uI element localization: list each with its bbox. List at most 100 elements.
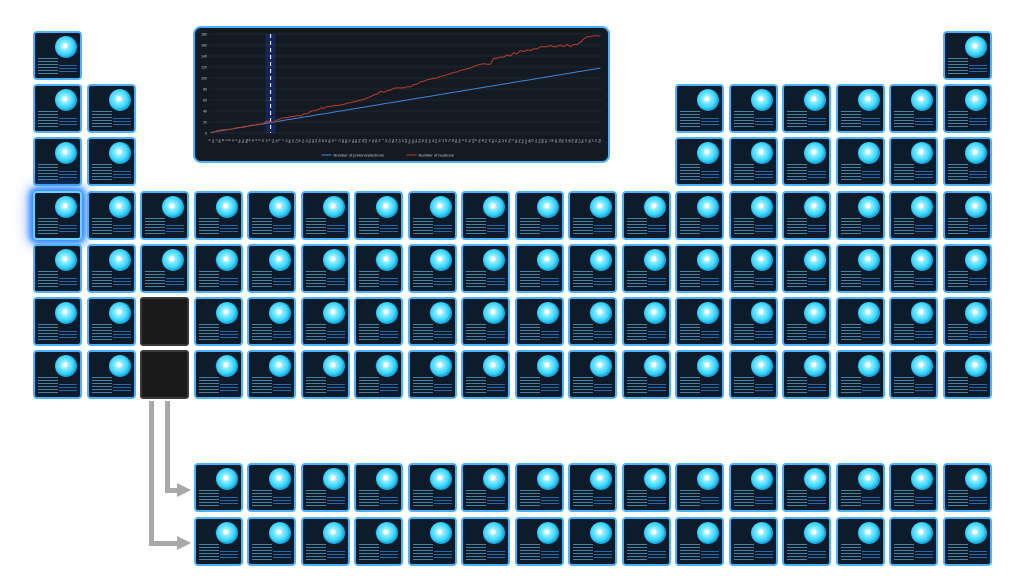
- element-tile-bi[interactable]: [782, 297, 831, 346]
- element-tile-as[interactable]: [782, 191, 831, 240]
- element-tile-mt[interactable]: [461, 350, 510, 399]
- element-tile-ag[interactable]: [568, 244, 617, 293]
- element-tile-pu[interactable]: [461, 517, 510, 566]
- element-tile-mc[interactable]: [782, 350, 831, 399]
- element-tile-cf[interactable]: [675, 517, 724, 566]
- element-tile-be[interactable]: [87, 84, 136, 133]
- element-tile-pa[interactable]: [301, 517, 350, 566]
- element-tile-nh[interactable]: [675, 350, 724, 399]
- element-tile-p[interactable]: [782, 137, 831, 186]
- element-tile-ts[interactable]: [889, 350, 938, 399]
- element-tile-eu[interactable]: [515, 463, 564, 512]
- element-tile-os[interactable]: [408, 297, 457, 346]
- element-tile-pr[interactable]: [301, 463, 350, 512]
- element-tile-zn[interactable]: [622, 191, 671, 240]
- element-tile-am[interactable]: [515, 517, 564, 566]
- element-tile-pb[interactable]: [729, 297, 778, 346]
- element-tile-gd[interactable]: [568, 463, 617, 512]
- element-tile-al[interactable]: [675, 137, 724, 186]
- element-tile-rh[interactable]: [461, 244, 510, 293]
- element-tile-n[interactable]: [782, 84, 831, 133]
- element-tile-sc[interactable]: [140, 191, 189, 240]
- element-tile-ga[interactable]: [675, 191, 724, 240]
- element-tile-ru[interactable]: [408, 244, 457, 293]
- element-tile-cr[interactable]: [301, 191, 350, 240]
- element-tile-mg[interactable]: [87, 137, 136, 186]
- element-tile-hg[interactable]: [622, 297, 671, 346]
- actinide-series-placeholder[interactable]: [140, 350, 189, 399]
- element-tile-cs[interactable]: [33, 297, 82, 346]
- element-tile-rf[interactable]: [194, 350, 243, 399]
- element-tile-v[interactable]: [247, 191, 296, 240]
- element-tile-ni[interactable]: [515, 191, 564, 240]
- element-tile-ir[interactable]: [461, 297, 510, 346]
- element-tile-kr[interactable]: [943, 191, 992, 240]
- element-tile-ds[interactable]: [515, 350, 564, 399]
- element-tile-u[interactable]: [354, 517, 403, 566]
- element-tile-th[interactable]: [247, 517, 296, 566]
- element-tile-h[interactable]: [33, 31, 82, 80]
- element-tile-pm[interactable]: [408, 463, 457, 512]
- element-tile-og[interactable]: [943, 350, 992, 399]
- element-tile-db[interactable]: [247, 350, 296, 399]
- element-tile-tb[interactable]: [622, 463, 671, 512]
- element-tile-fe[interactable]: [408, 191, 457, 240]
- element-tile-cu[interactable]: [568, 191, 617, 240]
- element-tile-cd[interactable]: [622, 244, 671, 293]
- element-tile-ca[interactable]: [87, 191, 136, 240]
- element-tile-ta[interactable]: [247, 297, 296, 346]
- element-tile-cm[interactable]: [568, 517, 617, 566]
- element-tile-te[interactable]: [836, 244, 885, 293]
- element-tile-zr[interactable]: [194, 244, 243, 293]
- element-tile-sg[interactable]: [301, 350, 350, 399]
- element-tile-sn[interactable]: [729, 244, 778, 293]
- element-tile-bh[interactable]: [354, 350, 403, 399]
- element-tile-si[interactable]: [729, 137, 778, 186]
- element-tile-i[interactable]: [889, 244, 938, 293]
- element-tile-tl[interactable]: [675, 297, 724, 346]
- element-tile-ti[interactable]: [194, 191, 243, 240]
- element-tile-rg[interactable]: [568, 350, 617, 399]
- element-tile-ho[interactable]: [729, 463, 778, 512]
- element-tile-li[interactable]: [33, 84, 82, 133]
- element-tile-pt[interactable]: [515, 297, 564, 346]
- element-tile-lu[interactable]: [943, 463, 992, 512]
- element-tile-bk[interactable]: [622, 517, 671, 566]
- element-tile-ce[interactable]: [247, 463, 296, 512]
- element-tile-ge[interactable]: [729, 191, 778, 240]
- element-tile-nb[interactable]: [247, 244, 296, 293]
- element-tile-b[interactable]: [675, 84, 724, 133]
- element-tile-fm[interactable]: [782, 517, 831, 566]
- element-tile-in[interactable]: [675, 244, 724, 293]
- element-tile-hf[interactable]: [194, 297, 243, 346]
- element-tile-w[interactable]: [301, 297, 350, 346]
- element-tile-md[interactable]: [836, 517, 885, 566]
- element-tile-cl[interactable]: [889, 137, 938, 186]
- element-tile-tm[interactable]: [836, 463, 885, 512]
- element-tile-br[interactable]: [889, 191, 938, 240]
- element-tile-tc[interactable]: [354, 244, 403, 293]
- element-tile-f[interactable]: [889, 84, 938, 133]
- element-tile-ar[interactable]: [943, 137, 992, 186]
- element-tile-ac[interactable]: [194, 517, 243, 566]
- element-tile-yb[interactable]: [889, 463, 938, 512]
- element-tile-se[interactable]: [836, 191, 885, 240]
- element-tile-pd[interactable]: [515, 244, 564, 293]
- element-tile-na[interactable]: [33, 137, 82, 186]
- element-tile-he[interactable]: [943, 31, 992, 80]
- element-tile-at[interactable]: [889, 297, 938, 346]
- element-tile-rb[interactable]: [33, 244, 82, 293]
- element-tile-er[interactable]: [782, 463, 831, 512]
- element-tile-c[interactable]: [729, 84, 778, 133]
- element-tile-la[interactable]: [194, 463, 243, 512]
- element-tile-au[interactable]: [568, 297, 617, 346]
- element-tile-fr[interactable]: [33, 350, 82, 399]
- element-tile-mn[interactable]: [354, 191, 403, 240]
- lanthanide-series-placeholder[interactable]: [140, 297, 189, 346]
- element-tile-ne[interactable]: [943, 84, 992, 133]
- element-tile-mo[interactable]: [301, 244, 350, 293]
- element-tile-sr[interactable]: [87, 244, 136, 293]
- element-tile-lv[interactable]: [836, 350, 885, 399]
- element-tile-cn[interactable]: [622, 350, 671, 399]
- element-tile-xe[interactable]: [943, 244, 992, 293]
